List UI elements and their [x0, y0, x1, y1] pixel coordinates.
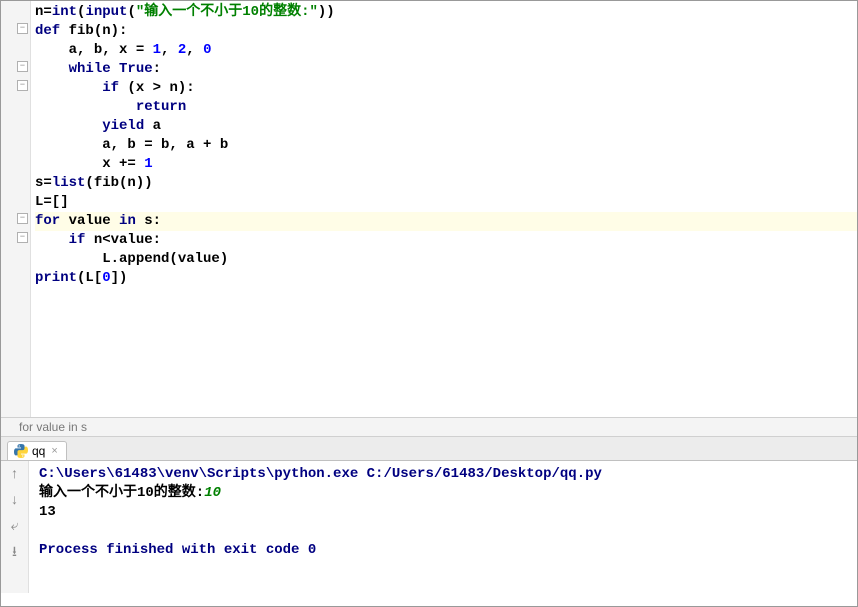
code-line[interactable]: a, b, x = 1, 2, 0: [35, 41, 857, 60]
fold-marker-icon[interactable]: −: [17, 61, 28, 72]
code-line[interactable]: if (x > n):: [35, 79, 857, 98]
console-output[interactable]: C:\Users\61483\venv\Scripts\python.exe C…: [29, 461, 612, 593]
console-line: 13: [39, 503, 602, 522]
breadcrumb[interactable]: for value in s: [1, 417, 857, 437]
code-line[interactable]: return: [35, 98, 857, 117]
console-line: C:\Users\61483\venv\Scripts\python.exe C…: [39, 465, 602, 484]
code-editor[interactable]: − − − − − n=int(input("输入一个不小于10的整数:")) …: [1, 1, 857, 417]
code-line[interactable]: if n<value:: [35, 231, 857, 250]
code-line[interactable]: while True:: [35, 60, 857, 79]
arrow-down-icon[interactable]: ↓: [7, 493, 23, 509]
editor-gutter: − − − − −: [1, 1, 31, 417]
fold-marker-icon[interactable]: −: [17, 213, 28, 224]
code-line[interactable]: for value in s:: [35, 212, 857, 231]
run-tab[interactable]: qq ×: [7, 441, 67, 460]
fold-marker-icon[interactable]: −: [17, 232, 28, 243]
code-line[interactable]: L=[]: [35, 193, 857, 212]
run-tab-label: qq: [32, 444, 45, 458]
code-line[interactable]: L.append(value): [35, 250, 857, 269]
code-line[interactable]: print(L[0]): [35, 269, 857, 288]
code-line[interactable]: def fib(n):: [35, 22, 857, 41]
python-icon: [14, 444, 28, 458]
wrap-icon[interactable]: ⤶: [7, 519, 23, 535]
run-panel: qq × ↑ ↓ ⤶ ⭳ C:\Users\61483\venv\Scripts…: [1, 437, 857, 593]
close-icon[interactable]: ×: [51, 445, 57, 457]
arrow-up-icon[interactable]: ↑: [7, 467, 23, 483]
breadcrumb-text: for value in s: [19, 420, 87, 434]
code-line[interactable]: x += 1: [35, 155, 857, 174]
export-icon[interactable]: ⭳: [7, 545, 23, 561]
code-line[interactable]: yield a: [35, 117, 857, 136]
code-content[interactable]: n=int(input("输入一个不小于10的整数:")) def fib(n)…: [1, 1, 857, 288]
run-tab-bar: qq ×: [1, 437, 857, 461]
console-line: Process finished with exit code 0: [39, 541, 602, 560]
fold-marker-icon[interactable]: −: [17, 80, 28, 91]
code-line[interactable]: s=list(fib(n)): [35, 174, 857, 193]
console-line: [39, 522, 602, 541]
console-line: 输入一个不小于10的整数:10: [39, 484, 602, 503]
run-toolbar: ↑ ↓ ⤶ ⭳: [1, 461, 29, 593]
code-line[interactable]: n=int(input("输入一个不小于10的整数:")): [35, 3, 857, 22]
fold-marker-icon[interactable]: −: [17, 23, 28, 34]
code-line[interactable]: a, b = b, a + b: [35, 136, 857, 155]
